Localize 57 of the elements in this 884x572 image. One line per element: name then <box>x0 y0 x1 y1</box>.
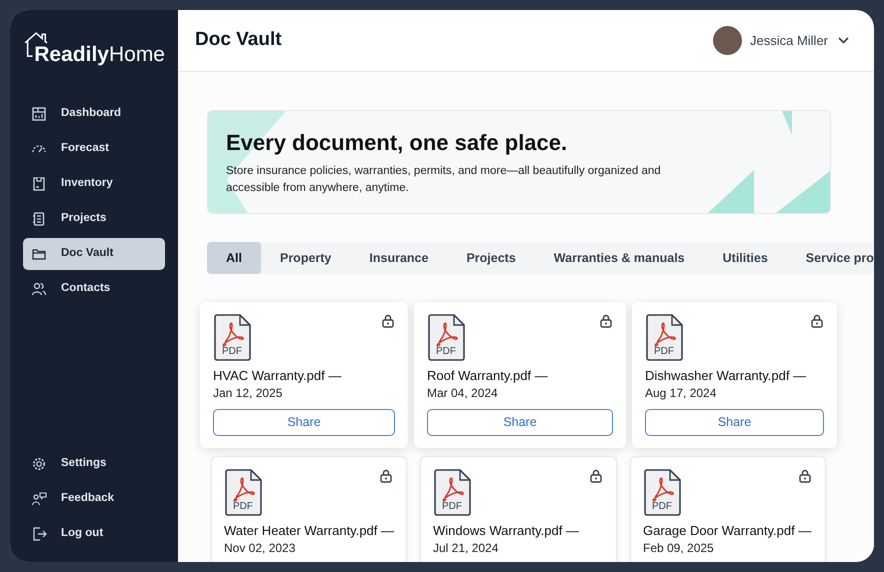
people-icon <box>31 281 47 297</box>
lock-icon <box>811 314 823 328</box>
filter-tab[interactable]: All <box>207 242 261 274</box>
file-date: Feb 09, 2025 <box>643 541 715 556</box>
sidebar-item[interactable]: Contacts <box>23 273 165 305</box>
chevron-down-icon[interactable] <box>838 37 849 44</box>
file-date: Aug 17, 2024 <box>645 386 718 401</box>
file-name: Water Heater Warranty.pdf — <box>224 523 394 539</box>
sidebar-item[interactable]: Projects <box>23 203 165 235</box>
filter-tab[interactable]: Property <box>260 242 350 274</box>
page-title: Doc Vault <box>195 28 283 52</box>
filter-tab[interactable]: Insurance <box>350 242 448 274</box>
file-name: HVAC Warranty.pdf — <box>213 368 342 384</box>
lock-icon <box>799 469 811 483</box>
share-button[interactable]: Share <box>213 409 395 436</box>
dashboard-icon <box>31 106 47 122</box>
share-button[interactable]: Share <box>427 409 613 436</box>
avatar <box>712 26 742 55</box>
file-date: Jul 21, 2024 <box>433 541 500 556</box>
filter-tab[interactable]: Warranties & manuals <box>534 242 704 274</box>
filter-tab[interactable]: Projects <box>447 242 535 274</box>
share-button[interactable]: Share <box>645 409 824 436</box>
logo-text: ReadilyHome <box>34 44 165 65</box>
lock-icon <box>590 469 602 483</box>
sidebar-item[interactable]: Forecast <box>23 133 165 165</box>
box-icon <box>31 176 47 192</box>
file-date: Mar 04, 2024 <box>427 386 499 401</box>
settings-icon <box>31 456 47 472</box>
lock-icon <box>380 469 392 483</box>
file-name: Roof Warranty.pdf — <box>427 368 549 384</box>
sidebar-item[interactable]: Doc Vault <box>23 238 165 270</box>
file-name: Dishwasher Warranty.pdf — <box>645 368 808 384</box>
banner-heading: Every document, one safe place. <box>226 129 568 156</box>
file-date: Nov 02, 2023 <box>224 541 296 556</box>
lock-icon <box>382 314 394 328</box>
filter-tab[interactable]: Service pro <box>786 242 874 274</box>
pdf-file-icon: PDF <box>643 469 681 516</box>
user-name[interactable]: Jessica Miller <box>750 30 828 50</box>
pdf-file-icon: PDF <box>224 469 262 516</box>
lock-icon <box>600 314 612 328</box>
sidebar-item[interactable]: Settings <box>23 448 165 480</box>
file-date: Jan 12, 2025 <box>213 386 284 401</box>
banner-description: Store insurance policies, warranties, permits, and more—all beautifully organized and accessible from anywhere, anytime. <box>226 164 662 196</box>
pdf-file-icon: PDF <box>433 469 471 516</box>
filter-tab[interactable]: Utilities <box>704 242 787 274</box>
sidebar-item[interactable]: Feedback <box>23 483 165 515</box>
sidebar-item[interactable]: Inventory <box>23 168 165 200</box>
file-name: Windows Warranty.pdf — <box>433 523 580 539</box>
pdf-file-icon: PDF <box>213 314 251 361</box>
pdf-file-icon: PDF <box>427 314 465 361</box>
file-name: Garage Door Warranty.pdf — <box>643 523 812 539</box>
person-chat-icon <box>31 491 47 507</box>
pdf-file-icon: PDF <box>645 314 683 361</box>
sidebar-item[interactable]: Log out <box>23 518 165 550</box>
notebook-icon <box>31 211 47 227</box>
sidebar-item[interactable]: Dashboard <box>23 98 165 130</box>
logout-icon <box>31 526 47 542</box>
